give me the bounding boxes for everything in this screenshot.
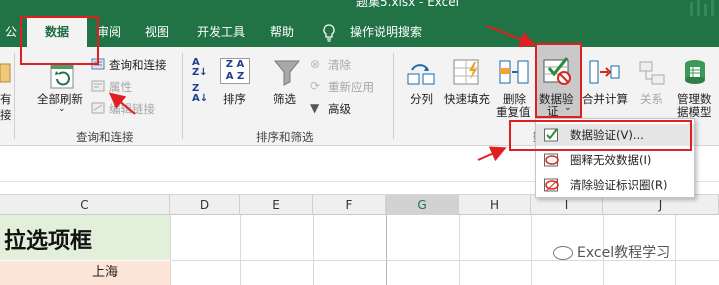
annotation-arrows bbox=[108, 25, 536, 162]
